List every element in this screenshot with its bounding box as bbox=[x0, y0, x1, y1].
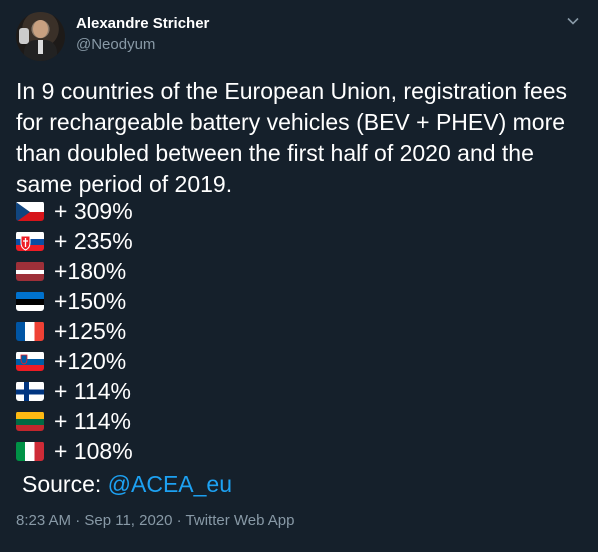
list-item: +120% bbox=[16, 346, 133, 376]
source-label: Source: bbox=[22, 471, 102, 497]
list-item: +150% bbox=[16, 286, 133, 316]
czech-flag-icon bbox=[16, 201, 44, 221]
chevron-down-icon[interactable] bbox=[566, 14, 580, 28]
percentage-value: + 114% bbox=[54, 377, 131, 404]
list-item: + 108% bbox=[16, 436, 133, 466]
list-item: + 235% bbox=[16, 226, 133, 256]
france-flag-icon bbox=[16, 321, 44, 341]
tweet-text: In 9 countries of the European Union, re… bbox=[16, 76, 586, 200]
tweet-text-line: for rechargeable battery vehicles (BEV +… bbox=[16, 109, 566, 135]
percentage-value: +180% bbox=[54, 257, 127, 284]
source-line: Source: @ACEA_eu bbox=[22, 469, 232, 499]
percentage-value: +150% bbox=[54, 287, 127, 314]
country-list: + 309% + 235% +180% +150% +125% +120% + … bbox=[16, 196, 133, 466]
source-mention-link[interactable]: @ACEA_eu bbox=[108, 471, 232, 497]
tweet: Alexandre Stricher @Neodyum In 9 countri… bbox=[0, 0, 598, 552]
list-item: + 114% bbox=[16, 376, 133, 406]
percentage-value: + 114% bbox=[54, 407, 131, 434]
italy-flag-icon bbox=[16, 441, 44, 461]
lithuania-flag-icon bbox=[16, 411, 44, 431]
author-handle[interactable]: @Neodyum bbox=[76, 36, 155, 53]
avatar[interactable] bbox=[16, 12, 65, 61]
slovakia-flag-icon bbox=[16, 231, 44, 251]
list-item: + 114% bbox=[16, 406, 133, 436]
tweet-text-line: than doubled between the first half of 2… bbox=[16, 140, 534, 166]
list-item: +180% bbox=[16, 256, 133, 286]
list-item: + 309% bbox=[16, 196, 133, 226]
tweet-timestamp[interactable]: 8:23 AM · Sep 11, 2020 · Twitter Web App bbox=[16, 512, 295, 529]
percentage-value: + 309% bbox=[54, 197, 133, 224]
estonia-flag-icon bbox=[16, 291, 44, 311]
tweet-text-line: In 9 countries of the European Union, re… bbox=[16, 78, 568, 104]
slovenia-flag-icon bbox=[16, 351, 44, 371]
list-item: +125% bbox=[16, 316, 133, 346]
finland-flag-icon bbox=[16, 381, 44, 401]
percentage-value: +125% bbox=[54, 317, 127, 344]
percentage-value: + 235% bbox=[54, 227, 133, 254]
author-name[interactable]: Alexandre Stricher bbox=[76, 15, 209, 32]
percentage-value: + 108% bbox=[54, 437, 133, 464]
latvia-flag-icon bbox=[16, 261, 44, 281]
percentage-value: +120% bbox=[54, 347, 127, 374]
